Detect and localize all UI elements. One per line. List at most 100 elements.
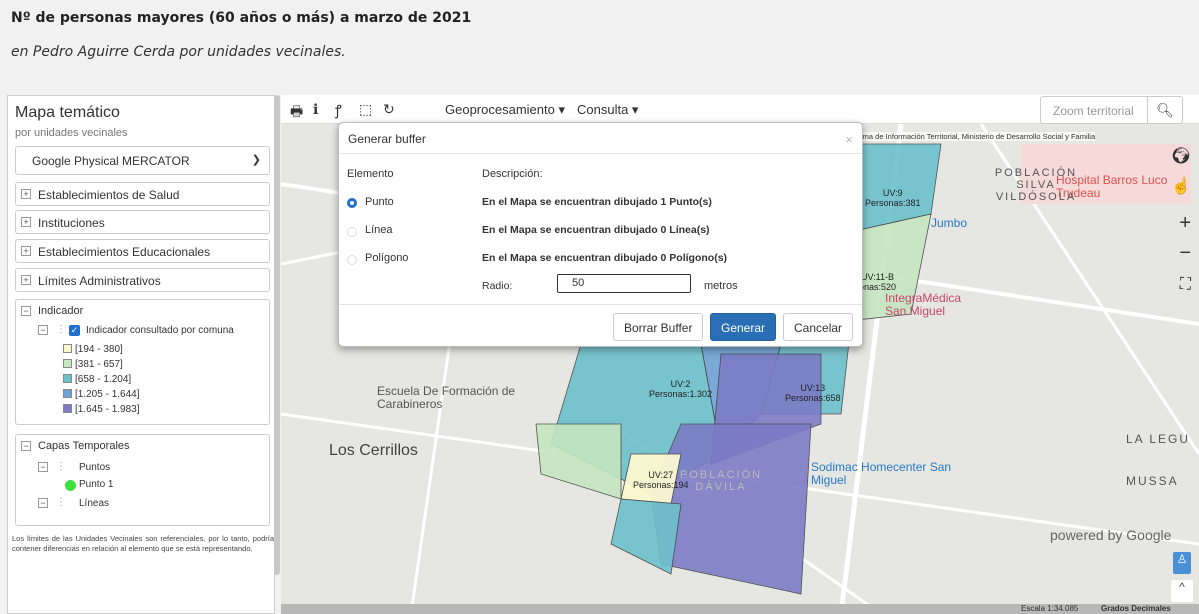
disclaimer-note: Los límites de las Unidades Vecinales so… [12, 534, 274, 553]
point-description: En el Mapa se encuentran dibujado 1 Punt… [482, 196, 712, 208]
map-label-poblacion-silva: POBLACIÓN SILVA VILDÓSOLA [994, 167, 1078, 203]
collapse-icon[interactable]: − [38, 325, 48, 335]
radio-polygon[interactable] [347, 255, 357, 265]
pan-hand-icon[interactable]: ☝ [1171, 176, 1191, 196]
select-box-icon[interactable]: ⬚ [359, 101, 372, 118]
zoom-out-icon[interactable]: − [1179, 242, 1191, 265]
legend-item: [658 - 1.204] [63, 374, 131, 385]
page-header: Nº de personas mayores (60 años o más) a… [0, 0, 1199, 92]
map-label-sodimac: Sodimac Homecenter San Miguel [811, 460, 952, 487]
search-icon: 🔍︎ [1156, 102, 1174, 118]
indicator-checkbox[interactable]: ✓ [69, 325, 80, 336]
map-label-integramedica: IntegraMédica San Miguel [885, 291, 962, 318]
map-label-poblacion-davila: POBLACIÓN DÁVILA [679, 469, 763, 493]
radio-line-label[interactable]: Línea [365, 224, 393, 236]
points-label: Puntos [79, 462, 111, 473]
map-label-mussa: MUSSA [1126, 474, 1179, 488]
radio-point[interactable] [347, 198, 357, 208]
drag-handle-icon[interactable]: ⋮ [56, 497, 66, 508]
basemap-select[interactable]: Google Physical MERCATOR ❯ [15, 146, 270, 175]
radius-label: Radio: [482, 280, 513, 292]
group-label: Límites Administrativos [38, 274, 161, 288]
legend-swatch [63, 389, 72, 398]
element-column-header: Elemento [347, 168, 394, 180]
chevron-down-icon: ❯ [251, 154, 261, 166]
collapse-icon[interactable]: − [38, 498, 48, 508]
point-marker-icon [65, 480, 76, 491]
uv-label-2: UV:2 Personas:1.302 [649, 379, 713, 399]
group-label: Establecimientos Educacionales [38, 245, 211, 259]
legend-item: [1.645 - 1.983] [63, 404, 140, 415]
polygon-description: En el Mapa se encuentran dibujado 0 Polí… [482, 252, 728, 264]
map-attribution: Sistema de Información Territorial, Mini… [846, 132, 1096, 141]
dialog-header: Generar buffer × [339, 123, 862, 154]
drag-handle-icon[interactable]: ⋮ [56, 461, 66, 472]
map-label-los-cerrillos: Los Cerrillos [329, 442, 418, 459]
map-status-bar: Escala 1:34.085 Grados Decimales [281, 604, 1199, 614]
close-icon[interactable]: × [845, 132, 853, 147]
radio-line[interactable] [347, 227, 357, 237]
fullscreen-icon[interactable]: ⛶ [1180, 276, 1191, 294]
group-institutions[interactable]: + Instituciones [15, 210, 270, 234]
measure-icon[interactable]: ꝭ [335, 101, 342, 120]
search-button[interactable]: 🔍︎ [1147, 96, 1183, 124]
temp-layers-group: − Capas Temporales − ⋮ Puntos Punto 1 − … [15, 434, 270, 526]
coord-format-label[interactable]: Grados Decimales [1101, 604, 1171, 613]
panel-subtitle: por unidades vecinales [15, 127, 128, 139]
radius-input[interactable]: 50 [557, 274, 691, 293]
generate-button[interactable]: Generar [710, 313, 777, 341]
radio-point-label[interactable]: Punto [365, 196, 394, 208]
legend-swatch [63, 344, 72, 353]
legend-swatch [63, 404, 72, 413]
chevron-up-icon[interactable]: ^ [1171, 580, 1193, 602]
collapse-icon[interactable]: − [21, 306, 31, 316]
street-view-icon[interactable]: ♙ [1173, 552, 1191, 574]
page-subtitle: en Pedro Aguirre Cerda por unidades veci… [11, 44, 346, 60]
group-admin-limits[interactable]: + Límites Administrativos [15, 268, 270, 292]
expand-icon[interactable]: + [21, 246, 31, 256]
menu-geoprocessing[interactable]: Geoprocesamiento ▾ [445, 102, 565, 118]
buffer-dialog: Generar buffer × Elemento Descripción: P… [338, 122, 863, 347]
menu-query[interactable]: Consulta ▾ [577, 102, 638, 118]
refresh-icon[interactable]: ↻ [383, 101, 395, 118]
indicator-checkbox-label: Indicador consultado por comuna [86, 325, 234, 336]
thematic-map-panel: Mapa temático por unidades vecinales Goo… [7, 95, 275, 614]
lines-label: Líneas [79, 498, 110, 509]
description-column-header: Descripción: [482, 168, 543, 180]
map-label-la-legua: LA LEGU [1126, 432, 1191, 446]
collapse-icon[interactable]: − [21, 441, 31, 451]
expand-icon[interactable]: + [21, 275, 31, 285]
panel-scrollbar[interactable] [274, 95, 280, 575]
collapse-icon[interactable]: − [38, 462, 48, 472]
group-label: Instituciones [38, 216, 105, 230]
legend-item: [1.205 - 1.644] [63, 389, 140, 400]
group-health[interactable]: + Establecimientos de Salud [15, 182, 270, 206]
map-label-escuela: Escuela De Formación de Carabineros [377, 384, 516, 411]
legend-item: [381 - 657] [63, 359, 123, 370]
radius-unit-label: metros [704, 280, 738, 292]
expand-icon[interactable]: + [21, 189, 31, 199]
drag-handle-icon[interactable]: ⋮ [56, 324, 66, 335]
page-title: Nº de personas mayores (60 años o más) a… [11, 10, 472, 26]
point-1-label[interactable]: Punto 1 [79, 479, 113, 490]
uv-polygon[interactable] [610, 498, 682, 575]
expand-icon[interactable]: + [21, 217, 31, 227]
group-education[interactable]: + Establecimientos Educacionales [15, 239, 270, 263]
print-icon[interactable]: 🖶 [290, 101, 303, 125]
line-description: En el Mapa se encuentran dibujado 0 Líne… [482, 224, 710, 236]
map-label-jumbo: Jumbo [931, 216, 968, 230]
uv-label-9: UV:9 Personas:381 [865, 188, 921, 208]
scale-label: Escala 1:34.085 [1021, 604, 1079, 613]
indicator-label: Indicador [38, 305, 84, 317]
clear-buffer-button[interactable]: Borrar Buffer [613, 313, 704, 341]
indicator-group: − Indicador − ⋮ ✓ Indicador consultado p… [15, 299, 270, 425]
cancel-button[interactable]: Cancelar [783, 313, 854, 341]
uv-polygon[interactable] [535, 423, 622, 500]
legend-item: [194 - 380] [63, 344, 123, 355]
zoom-in-icon[interactable]: + [1179, 212, 1191, 235]
zoom-territorial-input[interactable]: Zoom territorial [1040, 96, 1148, 124]
basemap-select-value: Google Physical MERCATOR [32, 154, 190, 168]
info-icon[interactable]: ℹ [313, 101, 318, 118]
radio-polygon-label[interactable]: Polígono [365, 252, 408, 264]
globe-icon[interactable]: 🌍︎ [1171, 146, 1191, 166]
